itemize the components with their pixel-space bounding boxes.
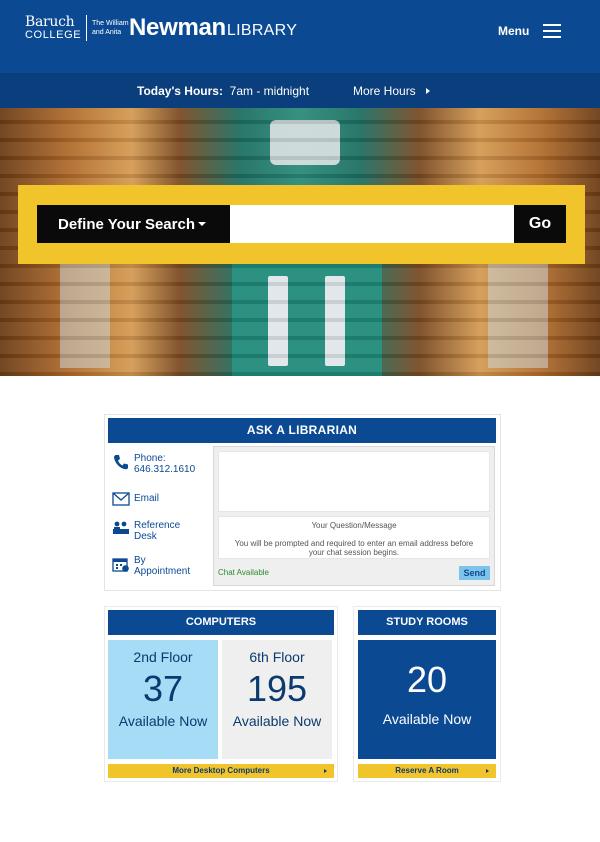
more-hours-label: More Hours <box>353 84 416 98</box>
study-rooms-availability[interactable]: 20 Available Now <box>358 640 496 759</box>
logo-and-anita-text: and Anita <box>92 29 122 36</box>
appointment-line1: By <box>134 555 146 566</box>
message-note: You will be prompted and required to ent… <box>234 539 474 557</box>
baruch-college-logo: Baruch COLLEGE <box>25 14 82 41</box>
logo-the-william-text: The William <box>92 20 129 27</box>
reserve-room-label: Reserve A Room <box>395 766 459 775</box>
envelope-icon <box>112 492 130 506</box>
caret-right-icon <box>486 769 489 773</box>
send-button[interactable]: Send <box>459 566 490 580</box>
floor-count: 195 <box>246 668 308 709</box>
floor-status: Available Now <box>232 713 322 729</box>
phone-number: 646.312.1610 <box>134 464 196 475</box>
floor-status: Available Now <box>118 713 208 729</box>
floor-2-availability[interactable]: 2nd Floor 37 Available Now <box>108 640 218 759</box>
email-contact[interactable]: Email <box>112 492 159 506</box>
reference-desk-contact[interactable]: Reference Desk <box>112 520 180 542</box>
site-header: Baruch COLLEGE The William and Anita New… <box>0 0 600 73</box>
search-input[interactable] <box>230 205 514 243</box>
go-button[interactable]: Go <box>514 205 566 243</box>
phone-icon <box>114 455 128 470</box>
todays-hours-value: 7am - midnight <box>229 84 310 98</box>
floor-6-availability[interactable]: 6th Floor 195 Available Now <box>222 640 332 759</box>
menu-button[interactable]: Menu <box>498 24 562 38</box>
appointment-line2: Appointment <box>134 566 191 577</box>
logo-college-text: COLLEGE <box>25 29 82 41</box>
logo-william-anita: The William and Anita <box>92 19 129 37</box>
chat-message-input[interactable]: Your Question/Message You will be prompt… <box>218 516 490 559</box>
chat-status: Chat Available <box>218 568 269 577</box>
reference-desk-icon <box>113 521 129 534</box>
study-rooms-count: 20 <box>406 659 448 700</box>
define-search-dropdown[interactable]: Define Your Search <box>37 205 230 243</box>
phone-label: Phone: <box>134 453 166 464</box>
logo-divider <box>86 15 87 41</box>
logo-library-text: LIBRARY <box>226 21 298 39</box>
logo-baruch-text: Baruch <box>25 14 75 30</box>
study-rooms-title: STUDY ROOMS <box>358 610 496 635</box>
todays-hours-label: Today's Hours: <box>137 84 223 98</box>
reference-line1: Reference <box>134 520 181 531</box>
calendar-icon <box>112 558 129 572</box>
caret-right-icon <box>324 769 327 773</box>
email-label: Email <box>134 493 160 504</box>
floor-name: 2nd Floor <box>133 649 193 665</box>
ask-librarian-title: ASK A LIBRARIAN <box>108 418 496 443</box>
computers-title: COMPUTERS <box>108 610 334 635</box>
define-search-label: Define Your Search <box>58 215 195 233</box>
message-placeholder: Your Question/Message <box>311 521 397 530</box>
reference-line2: Desk <box>134 531 157 542</box>
logo-newman-text: Newman <box>129 14 226 41</box>
appointment-contact[interactable]: By Appointment <box>112 555 190 577</box>
more-hours-link[interactable]: More Hours <box>353 84 430 98</box>
hours-bar: Today's Hours: 7am - midnight More Hours <box>0 73 600 108</box>
caret-down-icon <box>198 222 206 226</box>
todays-hours: Today's Hours: 7am - midnight <box>137 84 309 98</box>
floor-name: 6th Floor <box>249 649 305 665</box>
more-computers-link[interactable]: More Desktop Computers <box>108 764 334 778</box>
more-computers-label: More Desktop Computers <box>172 766 270 775</box>
library-logo[interactable]: Baruch COLLEGE The William and Anita New… <box>25 14 297 42</box>
chat-transcript <box>218 451 490 512</box>
caret-right-icon <box>425 88 430 94</box>
hamburger-icon <box>543 24 562 38</box>
reserve-room-link[interactable]: Reserve A Room <box>358 764 496 778</box>
menu-label: Menu <box>498 24 530 38</box>
phone-contact[interactable]: Phone: 646.312.1610 <box>112 453 195 475</box>
study-rooms-status: Available Now <box>382 711 472 727</box>
floor-count: 37 <box>142 668 184 709</box>
